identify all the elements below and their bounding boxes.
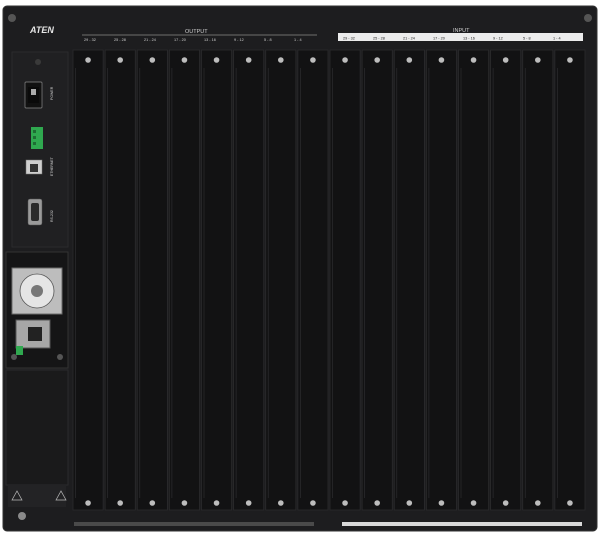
rs232-port-label: RS-232 [50, 210, 54, 222]
slot-screw-bottom [245, 500, 252, 506]
slot-screw-top [470, 57, 477, 63]
slot-screw-bottom [567, 500, 573, 506]
mount-hole-left [8, 14, 16, 22]
card-slot[interactable] [329, 49, 361, 511]
output-group-label: 21 - 24 [144, 38, 156, 42]
slot-screw-top [374, 57, 380, 63]
input-group-label: 9 - 12 [493, 37, 503, 41]
slot-screw-bottom [342, 500, 348, 506]
input-group-label: 17 - 20 [433, 37, 445, 41]
card-slot[interactable] [104, 49, 136, 511]
card-slot[interactable] [168, 49, 200, 511]
slot-screw-bottom [181, 500, 188, 506]
psu-switch[interactable] [16, 346, 23, 355]
card-slot[interactable] [233, 49, 265, 511]
slot-screw-bottom [117, 500, 123, 506]
output-group-label: 13 - 16 [204, 38, 216, 42]
slot-screw-top [245, 57, 252, 63]
slot-screw-top [438, 57, 445, 63]
bottom-rail-right [342, 522, 582, 526]
slot-screw-top [502, 57, 509, 63]
output-group-label: 25 - 28 [114, 38, 126, 42]
output-group-label: 29 - 32 [84, 38, 96, 42]
slot-screw-top [149, 57, 156, 63]
input-group-label: 21 - 24 [403, 37, 415, 41]
mount-hole-right [584, 14, 592, 22]
slot-screw-bottom [502, 500, 509, 506]
matrix-switch-chassis: ATEN OUTPUT 29 - 32 25 - 28 21 - 24 17 - 20… [0, 0, 600, 537]
card-slot[interactable] [393, 49, 425, 511]
slot-screw-bottom [310, 500, 316, 506]
slot-screw-top [567, 57, 573, 63]
slot-screw-top [342, 57, 348, 63]
card-slot[interactable] [490, 49, 522, 511]
slot-screw-top [310, 57, 316, 63]
ethernet-port-label: ETHERNET [50, 156, 54, 176]
slot-screw-bottom [470, 500, 477, 506]
blank-panel [5, 369, 69, 486]
slot-screw-top [117, 57, 123, 63]
slot-screw-bottom [278, 500, 284, 506]
slot-screw-top [213, 57, 220, 63]
input-group-label: 25 - 28 [373, 37, 385, 41]
input-group-label: 1 - 4 [553, 37, 561, 41]
terminal-block[interactable] [31, 127, 43, 149]
slot-screw-bottom [149, 500, 156, 506]
output-group-label: 9 - 12 [234, 38, 244, 42]
card-slot[interactable] [458, 49, 490, 511]
card-slot[interactable] [554, 49, 586, 511]
warning-label [8, 485, 66, 507]
slot-screw-top [85, 57, 91, 63]
card-slot[interactable] [201, 49, 233, 511]
card-slot[interactable] [297, 49, 329, 511]
slot-screw-bottom [406, 500, 413, 506]
ground-screw [18, 512, 26, 520]
input-group-label: 5 - 8 [523, 37, 531, 41]
input-label: INPUT [453, 28, 470, 34]
input-group-label: 29 - 32 [343, 37, 355, 41]
power-port-label: POWER [50, 86, 54, 100]
output-label: OUTPUT [185, 29, 208, 35]
brand-logo: ATEN [29, 25, 54, 35]
slot-screw-bottom [535, 500, 541, 506]
slot-screw-bottom [85, 500, 91, 506]
slot-screw-bottom [438, 500, 445, 506]
slot-screw-bottom [213, 500, 220, 506]
slot-screw-bottom [374, 500, 380, 506]
output-group-label: 5 - 8 [264, 38, 272, 42]
card-slot[interactable] [425, 49, 457, 511]
output-group-label: 1 - 4 [294, 38, 302, 42]
input-group-label: 13 - 16 [463, 37, 475, 41]
card-slot[interactable] [522, 49, 554, 511]
card-slot[interactable] [361, 49, 393, 511]
bottom-rail-left [74, 522, 314, 526]
card-slot[interactable] [136, 49, 168, 511]
card-slot[interactable] [72, 49, 104, 511]
slot-screw-top [535, 57, 541, 63]
output-group-label: 17 - 20 [174, 38, 186, 42]
slot-screw-top [278, 57, 284, 63]
slot-screw-top [406, 57, 413, 63]
slot-screw-top [181, 57, 188, 63]
card-slot[interactable] [265, 49, 297, 511]
